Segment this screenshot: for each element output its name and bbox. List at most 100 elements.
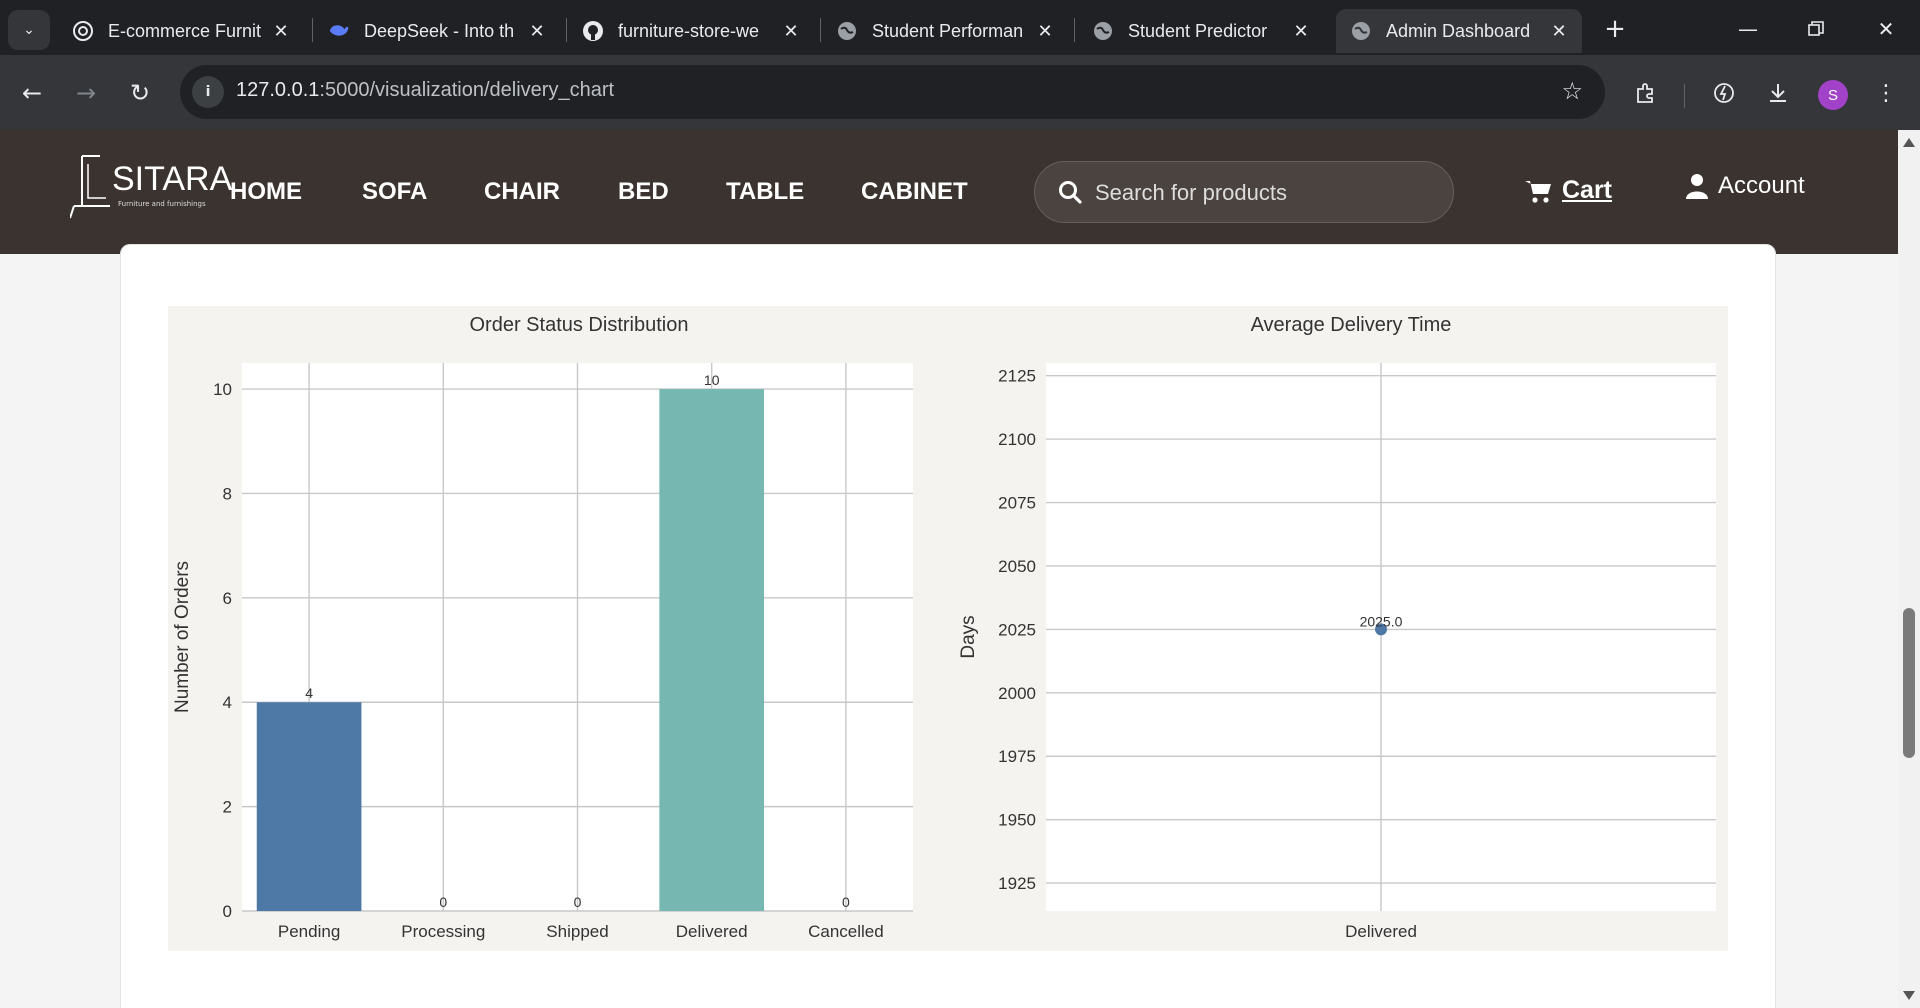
y-tick-label: 6 [223, 589, 232, 608]
cart-label: Cart [1562, 176, 1613, 204]
url-text[interactable]: 127.0.0.1:5000/visualization/delivery_ch… [236, 79, 614, 102]
account-link[interactable]: Account [1686, 172, 1805, 200]
y-tick-label: 2000 [998, 684, 1036, 703]
browser-menu-icon[interactable]: ⋮ [1866, 73, 1906, 113]
x-tick-label: Pending [278, 922, 340, 941]
browser-tab-bar: ⌄ E-commerce Furnit ✕ DeepSeek - Into th… [0, 0, 1920, 55]
nav-sofa[interactable]: SOFA [362, 178, 427, 206]
search-icon [1059, 181, 1082, 204]
nav-table[interactable]: TABLE [726, 178, 804, 206]
delivery-time-chart-title: Average Delivery Time [1250, 314, 1452, 336]
bar [659, 389, 765, 912]
performance-icon[interactable] [1704, 73, 1744, 113]
minimize-button[interactable]: — [1720, 6, 1776, 52]
bar-value-label: 4 [305, 685, 313, 701]
close-tab-icon[interactable]: ✕ [1544, 21, 1574, 42]
y-tick-label: 1925 [998, 874, 1036, 893]
close-tab-icon[interactable]: ✕ [266, 21, 296, 42]
bar-value-label: 0 [842, 894, 850, 910]
globe-icon [1092, 20, 1114, 42]
y-tick-label: 0 [223, 902, 232, 921]
restore-button[interactable] [1788, 6, 1844, 52]
point-value-label: 2025.0 [1360, 613, 1403, 629]
tab-title: Admin Dashboard [1386, 20, 1531, 41]
browser-tab-active[interactable]: Admin Dashboard ✕ [1336, 9, 1582, 53]
y-tick-label: 4 [223, 693, 232, 712]
y-tick-label: 2050 [998, 557, 1036, 576]
tab-title: Student Performan [872, 20, 1024, 41]
browser-tab[interactable]: DeepSeek - Into th ✕ [314, 9, 560, 53]
y-tick-label: 10 [213, 380, 232, 399]
tab-title: Student Predictor [1128, 20, 1268, 41]
y-tick-label: 1975 [998, 747, 1036, 766]
url-path: :5000/visualization/delivery_chart [319, 79, 615, 101]
site-header: SITARA Furniture and furnishings HOME SO… [0, 130, 1898, 254]
nav-home[interactable]: HOME [230, 178, 302, 206]
y-tick-label: 1950 [998, 811, 1036, 830]
github-icon [582, 20, 604, 42]
address-bar[interactable]: i 127.0.0.1:5000/visualization/delivery_… [180, 65, 1605, 119]
y-tick-label: 2075 [998, 494, 1036, 513]
new-tab-button[interactable]: + [1598, 12, 1632, 46]
bookmark-star-icon[interactable]: ☆ [1561, 77, 1583, 105]
site-info-icon[interactable]: i [192, 76, 224, 108]
y-tick-label: 2100 [998, 430, 1036, 449]
openai-icon [72, 20, 94, 42]
logo-text: SITARA [112, 160, 233, 198]
x-tick-label: Processing [401, 922, 485, 941]
cart-link[interactable]: Cart [1524, 176, 1612, 205]
deepseek-icon [328, 20, 350, 42]
scroll-up-arrow[interactable] [1903, 138, 1915, 147]
browser-toolbar: ← → ↻ i 127.0.0.1:5000/visualization/del… [0, 55, 1920, 130]
y-tick-label: 8 [223, 484, 232, 503]
forward-icon[interactable]: → [66, 73, 106, 113]
product-search-input[interactable]: Search for products [1034, 161, 1454, 223]
tab-search-button[interactable]: ⌄ [8, 10, 50, 50]
close-window-button[interactable]: ✕ [1858, 6, 1914, 52]
nav-chair[interactable]: CHAIR [484, 178, 560, 206]
nav-bed[interactable]: BED [618, 178, 669, 206]
y-axis-label: Days [958, 615, 979, 658]
search-placeholder: Search for products [1095, 180, 1287, 205]
y-tick-label: 2025 [998, 620, 1036, 639]
close-tab-icon[interactable]: ✕ [776, 21, 806, 42]
browser-tab[interactable]: E-commerce Furnit ✕ [58, 9, 304, 53]
close-tab-icon[interactable]: ✕ [1030, 21, 1060, 42]
globe-icon [836, 20, 858, 42]
bar-value-label: 0 [574, 894, 582, 910]
delivery-chart-figure: Order Status Distribution Average Delive… [168, 306, 1728, 951]
y-axis-label: Number of Orders [172, 561, 193, 713]
scroll-thumb[interactable] [1903, 608, 1915, 758]
tab-title: E-commerce Furnit [108, 20, 262, 41]
order-status-chart-title: Order Status Distribution [469, 314, 689, 336]
x-tick-label: Delivered [1345, 922, 1417, 941]
reload-icon[interactable]: ↻ [120, 73, 160, 113]
x-tick-label: Cancelled [808, 922, 884, 941]
browser-tab[interactable]: furniture-store-we ✕ [568, 9, 814, 53]
tab-title: furniture-store-we [618, 20, 760, 41]
tab-divider [1074, 18, 1075, 42]
browser-tab[interactable]: Student Predictor ✕ [1078, 9, 1324, 53]
close-tab-icon[interactable]: ✕ [522, 21, 552, 42]
tab-divider [566, 18, 567, 42]
extensions-icon[interactable] [1626, 73, 1666, 113]
browser-tab[interactable]: Student Performan ✕ [822, 9, 1068, 53]
x-tick-label: Shipped [546, 922, 608, 941]
close-tab-icon[interactable]: ✕ [1286, 21, 1316, 42]
back-icon[interactable]: ← [12, 73, 52, 113]
bar-value-label: 10 [704, 372, 720, 388]
sitara-logo[interactable]: SITARA Furniture and furnishings [70, 148, 232, 226]
logo-subtitle: Furniture and furnishings [118, 200, 206, 208]
page-scrollbar[interactable] [1898, 130, 1920, 1008]
download-icon[interactable] [1758, 73, 1798, 113]
y-tick-label: 2125 [998, 367, 1036, 386]
profile-avatar[interactable]: S [1818, 80, 1848, 110]
nav-cabinet[interactable]: CABINET [861, 178, 968, 206]
user-icon [1686, 174, 1708, 199]
y-tick-label: 2 [223, 798, 232, 817]
account-label: Account [1718, 172, 1805, 199]
scroll-down-arrow[interactable] [1903, 991, 1915, 1000]
tab-title: DeepSeek - Into th [364, 20, 515, 41]
url-host: 127.0.0.1 [236, 79, 320, 101]
tab-divider [312, 18, 313, 42]
